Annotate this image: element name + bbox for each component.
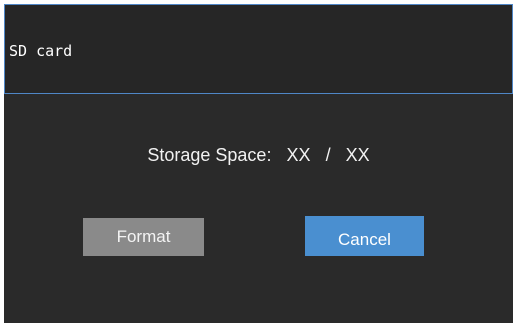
sd-card-dialog: SD card Storage Space: XX / XX Format Ca… — [4, 4, 513, 323]
storage-total-value: XX — [345, 145, 370, 165]
storage-space-label: Storage Space: — [147, 145, 272, 165]
cancel-button[interactable]: Cancel — [305, 216, 424, 256]
storage-used-value: XX — [286, 145, 311, 165]
storage-space-info: Storage Space: XX / XX — [4, 144, 513, 166]
format-button[interactable]: Format — [83, 218, 204, 256]
dialog-title-bar: SD card — [4, 4, 513, 94]
dialog-title: SD card — [9, 42, 73, 60]
storage-separator: / — [325, 145, 331, 165]
